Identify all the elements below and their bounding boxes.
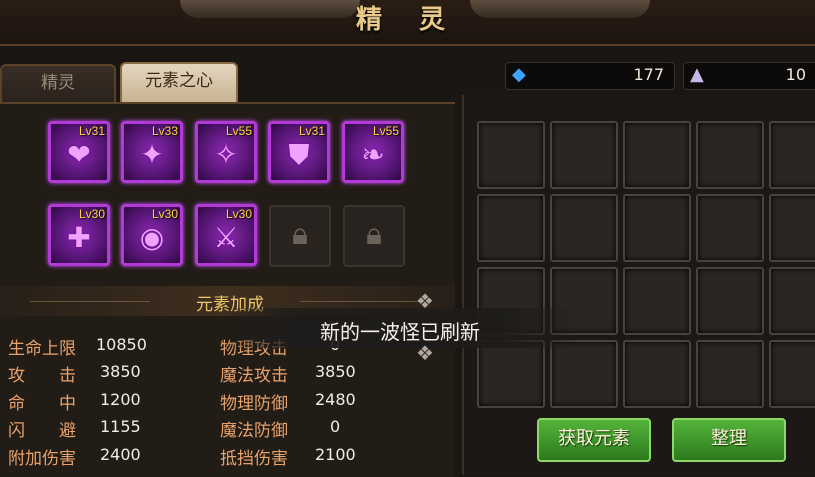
inventory-slot[interactable] [696, 340, 764, 408]
crystal-value: 10 [785, 65, 806, 84]
stat-value: 1200 [100, 390, 141, 409]
stat-label: 魔法攻击 [220, 366, 288, 386]
inventory-slot[interactable] [696, 121, 764, 189]
element-level: Lv55 [225, 124, 252, 138]
stat-value: 2100 [315, 445, 356, 464]
element-slot-3[interactable]: ✧ Lv55 [195, 121, 257, 183]
diamond-icon: ◆ [512, 64, 526, 85]
stat-label: 魔法防御 [220, 421, 288, 441]
diamond-value: 177 [633, 65, 664, 84]
ornament-diamond-icon: ❖ [416, 289, 434, 313]
stat-value: 1155 [100, 417, 141, 436]
element-slot-1[interactable]: ❤ Lv31 [48, 121, 110, 183]
stat-value: 10850 [96, 335, 147, 354]
divider [30, 301, 150, 302]
element-slot-4[interactable]: ⛊ Lv31 [268, 121, 330, 183]
locked-slot-1[interactable]: 🔒︎ [269, 205, 331, 267]
stat-label: 闪 避 [8, 421, 76, 441]
organize-button[interactable]: 整理 [672, 418, 786, 462]
crystal-counter: ▲ 10 [683, 62, 815, 90]
element-slot-5[interactable]: ❧ Lv55 [342, 121, 404, 183]
element-slot-6[interactable]: ✚ Lv30 [48, 204, 110, 266]
inventory-slot[interactable] [550, 194, 618, 262]
toast-message: 新的一波怪已刷新 [320, 320, 480, 344]
eye-icon: ◉ [139, 221, 165, 254]
inventory-slot[interactable] [769, 340, 815, 408]
locked-slot-2[interactable]: 🔒︎ [343, 205, 405, 267]
window-title: 精 灵 [355, 5, 460, 35]
stat-value: 3850 [315, 362, 356, 381]
shield-icon: ⛊ [288, 138, 310, 171]
inventory-slot[interactable] [696, 194, 764, 262]
inventory-slot[interactable] [550, 340, 618, 408]
stat-value: 2480 [315, 390, 356, 409]
stat-label: 附加伤害 [8, 449, 76, 469]
inventory-slot[interactable] [623, 267, 691, 335]
get-elements-button[interactable]: 获取元素 [537, 418, 651, 462]
tab-element-heart[interactable]: 元素之心 [120, 62, 238, 102]
cross-shield-icon: ✚ [67, 221, 91, 254]
ornament-diamond-icon: ❖ [416, 341, 434, 365]
inventory-slot[interactable] [623, 340, 691, 408]
element-level: Lv30 [225, 207, 252, 221]
element-level: Lv30 [151, 207, 178, 221]
lock-icon: 🔒︎ [366, 217, 382, 252]
inventory-slot[interactable] [623, 121, 691, 189]
divider [300, 301, 420, 302]
stat-value: 3850 [100, 362, 141, 381]
element-slot-2[interactable]: ✦ Lv33 [121, 121, 183, 183]
staff-icon: ✧ [214, 138, 238, 171]
element-slot-7[interactable]: ◉ Lv30 [121, 204, 183, 266]
toast-notification: 新的一波怪已刷新 [220, 308, 580, 348]
stat-value: 0 [330, 417, 341, 436]
heart-crest-icon: ❤ [67, 138, 91, 171]
lock-icon: 🔒︎ [292, 217, 308, 252]
stat-label: 命 中 [8, 394, 76, 414]
stat-label: 物理防御 [220, 394, 288, 414]
inventory-slot[interactable] [623, 194, 691, 262]
stat-label: 抵挡伤害 [220, 449, 288, 469]
crystal-icon: ▲ [690, 64, 704, 85]
inventory-slot[interactable] [477, 121, 545, 189]
element-level: Lv31 [78, 124, 105, 138]
inventory-slot[interactable] [769, 121, 815, 189]
stat-label: 攻 击 [8, 366, 76, 386]
inventory-slot[interactable] [477, 194, 545, 262]
inventory-slot[interactable] [696, 267, 764, 335]
stat-label: 生命上限 [8, 339, 76, 359]
tab-spirit[interactable]: 精灵 [0, 64, 116, 102]
stat-value: 2400 [100, 445, 141, 464]
inventory-slot[interactable] [769, 194, 815, 262]
diamond-counter: ◆ 177 [505, 62, 675, 90]
inventory-slot[interactable] [477, 340, 545, 408]
element-level: Lv55 [372, 124, 399, 138]
element-level: Lv30 [78, 207, 105, 221]
element-level: Lv33 [151, 124, 178, 138]
inventory-slot[interactable] [550, 121, 618, 189]
inventory-slot[interactable] [769, 267, 815, 335]
element-slot-8[interactable]: ⚔ Lv30 [195, 204, 257, 266]
feather-icon: ❧ [361, 138, 385, 171]
sword-wings-icon: ⚔ [213, 221, 239, 254]
bird-icon: ✦ [140, 138, 164, 171]
element-level: Lv31 [298, 124, 325, 138]
